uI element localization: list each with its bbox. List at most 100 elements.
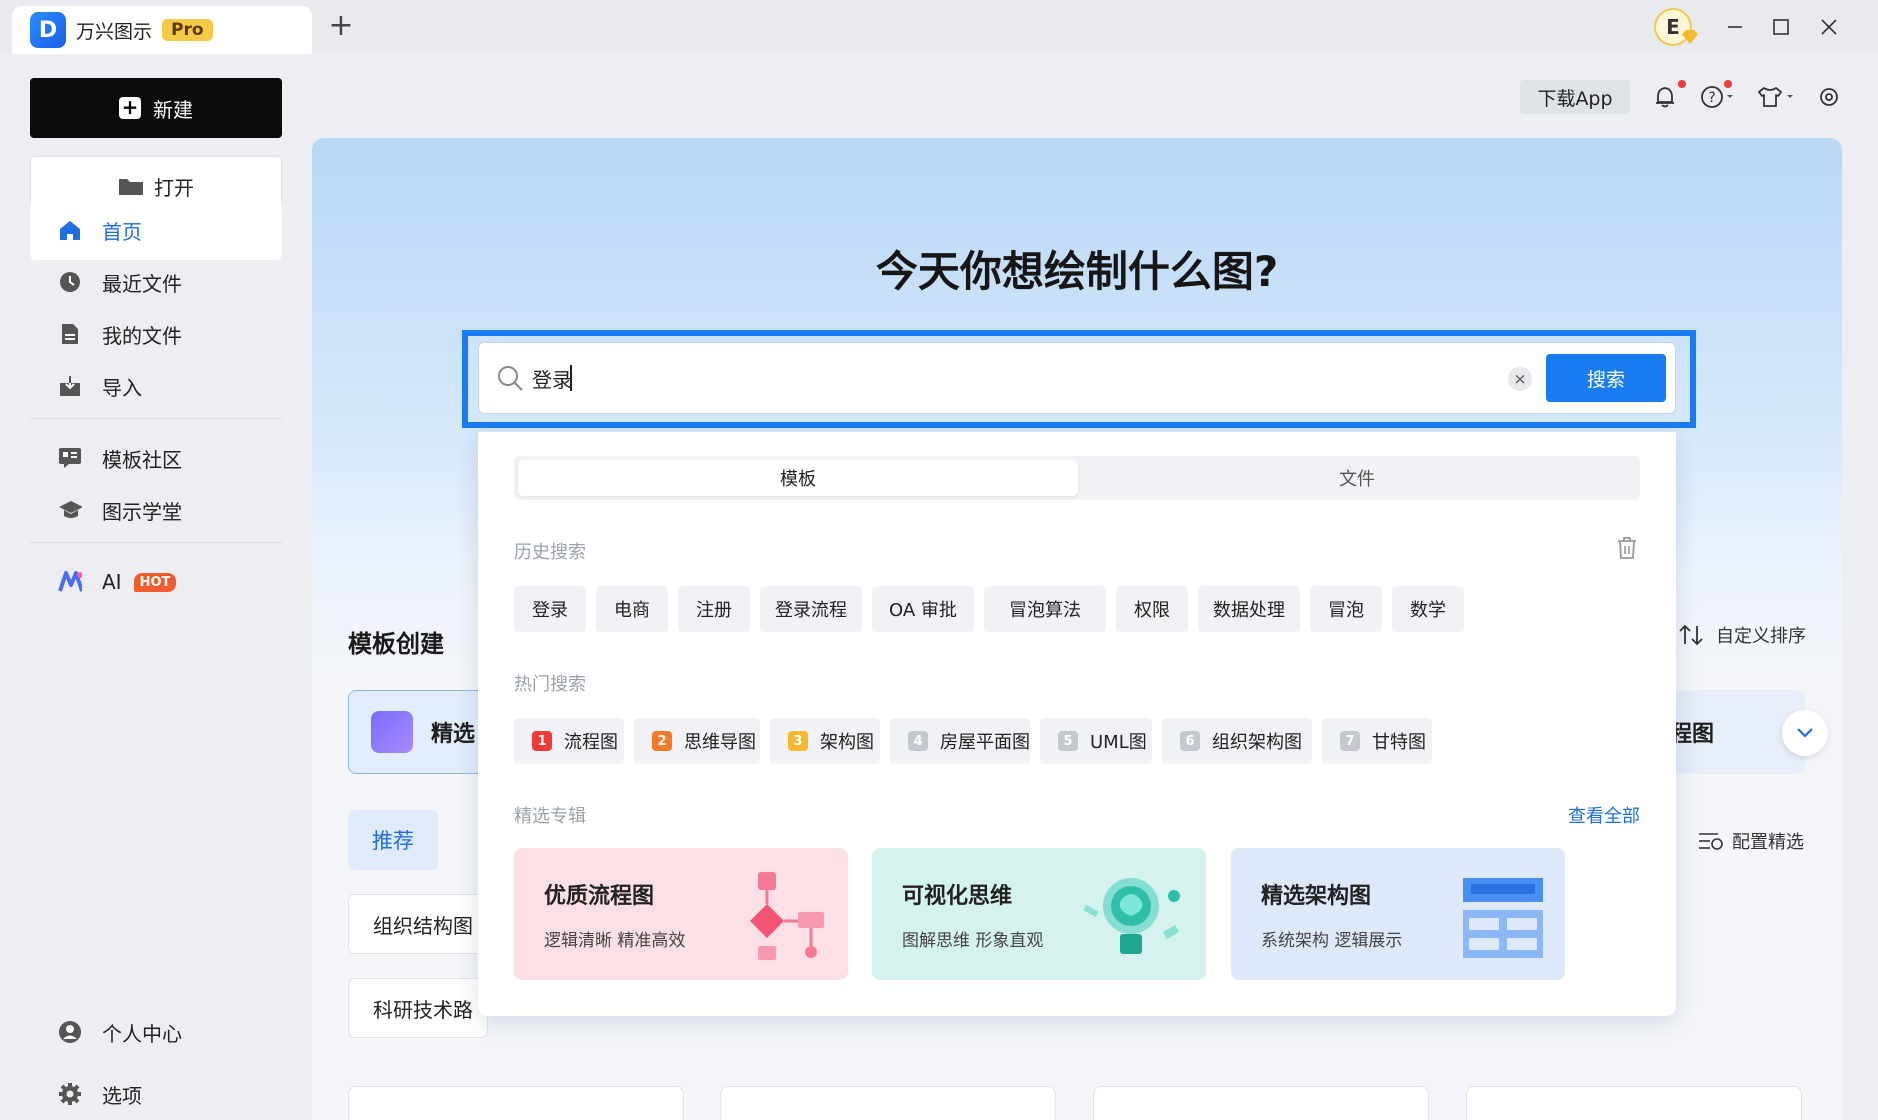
hot-search-label: UML图	[1090, 732, 1147, 753]
sidebar-item-academy[interactable]: 图示学堂	[30, 480, 282, 540]
clear-search-button[interactable]: ×	[1508, 367, 1532, 391]
hot-search-chip[interactable]: 3 架构图	[770, 718, 880, 764]
sidebar-item-template-community[interactable]: 模板社区	[30, 428, 282, 488]
history-chip[interactable]: OA 审批	[872, 586, 974, 632]
sidebar-item-label: 首页	[102, 219, 142, 244]
history-chip[interactable]: 数据处理	[1198, 586, 1300, 632]
sidebar-item-my-files[interactable]: 我的文件	[30, 304, 282, 364]
close-button[interactable]	[1812, 10, 1846, 44]
plus-icon: +	[119, 97, 141, 119]
template-tag[interactable]: 科研技术路	[348, 978, 488, 1038]
svg-text:?: ?	[1708, 90, 1715, 106]
hero-title: 今天你想绘制什么图?	[875, 247, 1279, 296]
history-chip[interactable]: 数学	[1392, 586, 1464, 632]
tab-files[interactable]: 文件	[1078, 460, 1636, 496]
sidebar-item-home[interactable]: 首页	[30, 200, 282, 260]
title-bar: D 万兴图示 Pro + E	[0, 0, 1878, 54]
sidebar-item-profile[interactable]: 个人中心	[30, 1002, 282, 1062]
hot-search-label: 架构图	[820, 732, 874, 753]
sidebar-item-label: 个人中心	[102, 1021, 182, 1046]
history-chip[interactable]: 冒泡算法	[984, 586, 1106, 632]
hot-badge: HOT	[133, 572, 177, 592]
expand-categories-button[interactable]	[1782, 710, 1828, 756]
notification-bell-icon[interactable]	[1650, 82, 1680, 112]
hot-search-chip[interactable]: 1 流程图	[514, 718, 624, 764]
clock-icon	[58, 270, 82, 294]
skin-shirt-icon[interactable]	[1754, 82, 1798, 112]
hot-search-label: 思维导图	[684, 732, 756, 753]
template-tag[interactable]: 组织结构图	[348, 894, 488, 954]
new-label: 新建	[153, 97, 193, 122]
hot-search-label: 房屋平面图	[940, 732, 1030, 753]
template-thumbnail[interactable]	[348, 1086, 684, 1120]
category-label: 程图	[1670, 722, 1715, 747]
category-card-featured[interactable]: 精选	[348, 690, 488, 774]
maximize-icon	[1773, 19, 1789, 35]
hot-search-chip[interactable]: 5 UML图	[1040, 718, 1152, 764]
history-chip[interactable]: 权限	[1116, 586, 1188, 632]
featured-category-icon	[371, 711, 413, 753]
history-chip[interactable]: 冒泡	[1310, 586, 1382, 632]
sort-icon	[1679, 624, 1703, 646]
lightbulb-brain-illustration-icon	[1083, 878, 1180, 954]
hot-search-chip[interactable]: 6 组织架构图	[1162, 718, 1312, 764]
rank-badge: 7	[1340, 731, 1360, 751]
help-icon[interactable]: ?	[1698, 82, 1738, 112]
rank-badge: 4	[908, 731, 928, 751]
tab-templates[interactable]: 模板	[518, 460, 1078, 496]
sidebar-item-label: 我的文件	[102, 323, 182, 348]
hot-search-chip[interactable]: 4 房屋平面图	[890, 718, 1030, 764]
recommend-tab[interactable]: 推荐	[348, 810, 438, 870]
pro-badge: Pro	[162, 19, 213, 41]
sidebar-item-ai[interactable]: AI HOT	[30, 552, 282, 612]
history-chip[interactable]: 登录	[514, 586, 586, 632]
sidebar-item-label: AI	[102, 570, 122, 594]
history-chip[interactable]: 注册	[678, 586, 750, 632]
rank-badge: 5	[1058, 731, 1078, 751]
app-logo-icon: D	[30, 12, 66, 48]
custom-sort-button[interactable]: 自定义排序	[1678, 622, 1806, 648]
trash-icon[interactable]	[1616, 536, 1638, 564]
rank-badge: 6	[1180, 731, 1200, 751]
sidebar-item-recent[interactable]: 最近文件	[30, 252, 282, 312]
avatar[interactable]: E	[1654, 8, 1692, 46]
sidebar-item-label: 选项	[102, 1083, 142, 1108]
sidebar-item-label: 最近文件	[102, 271, 182, 296]
template-thumbnail[interactable]	[1093, 1086, 1429, 1120]
architecture-illustration-icon	[1463, 878, 1543, 958]
hot-search-chip[interactable]: 2 思维导图	[634, 718, 760, 764]
sidebar-divider	[30, 542, 282, 543]
featured-card-flowchart[interactable]: 优质流程图 逻辑清晰 精准高效	[514, 848, 848, 980]
featured-card-architecture[interactable]: 精选架构图 系统架构 逻辑展示	[1231, 848, 1565, 980]
section-title: 模板创建	[348, 630, 444, 658]
sidebar-divider	[30, 418, 282, 419]
rank-badge: 2	[652, 731, 672, 751]
history-chip[interactable]: 登录流程	[760, 586, 862, 632]
search-button[interactable]: 搜索	[1546, 354, 1666, 402]
view-all-link[interactable]: 查看全部	[1568, 802, 1640, 828]
history-chip[interactable]: 电商	[596, 586, 668, 632]
template-thumbnail[interactable]	[720, 1086, 1056, 1120]
minimize-button[interactable]	[1718, 10, 1752, 44]
search-input[interactable]	[532, 360, 1492, 396]
app-tab[interactable]: D 万兴图示 Pro	[12, 6, 312, 54]
notification-dot	[1678, 80, 1686, 88]
new-button[interactable]: + 新建	[30, 78, 282, 138]
settings-gear-icon[interactable]	[1814, 82, 1844, 112]
sidebar-item-import[interactable]: 导入	[30, 356, 282, 416]
new-tab-button[interactable]: +	[326, 11, 356, 42]
search-scope-tabs: 模板 文件	[514, 456, 1640, 500]
hot-search-label: 组织架构图	[1212, 732, 1302, 753]
sidebar-item-options[interactable]: 选项	[30, 1064, 282, 1120]
chevron-down-icon	[1797, 728, 1813, 738]
download-app-button[interactable]: 下载App	[1520, 80, 1630, 114]
hot-search-chip[interactable]: 7 甘特图	[1322, 718, 1432, 764]
config-featured-button[interactable]: 配置精选	[1698, 828, 1804, 854]
template-thumbnail[interactable]	[1466, 1086, 1802, 1120]
featured-card-mindmap[interactable]: 可视化思维 图解思维 形象直观	[872, 848, 1206, 980]
close-icon	[1821, 19, 1837, 35]
home-icon	[58, 218, 82, 242]
app-name: 万兴图示	[76, 20, 153, 43]
minimize-icon	[1728, 26, 1742, 28]
maximize-button[interactable]	[1764, 10, 1798, 44]
